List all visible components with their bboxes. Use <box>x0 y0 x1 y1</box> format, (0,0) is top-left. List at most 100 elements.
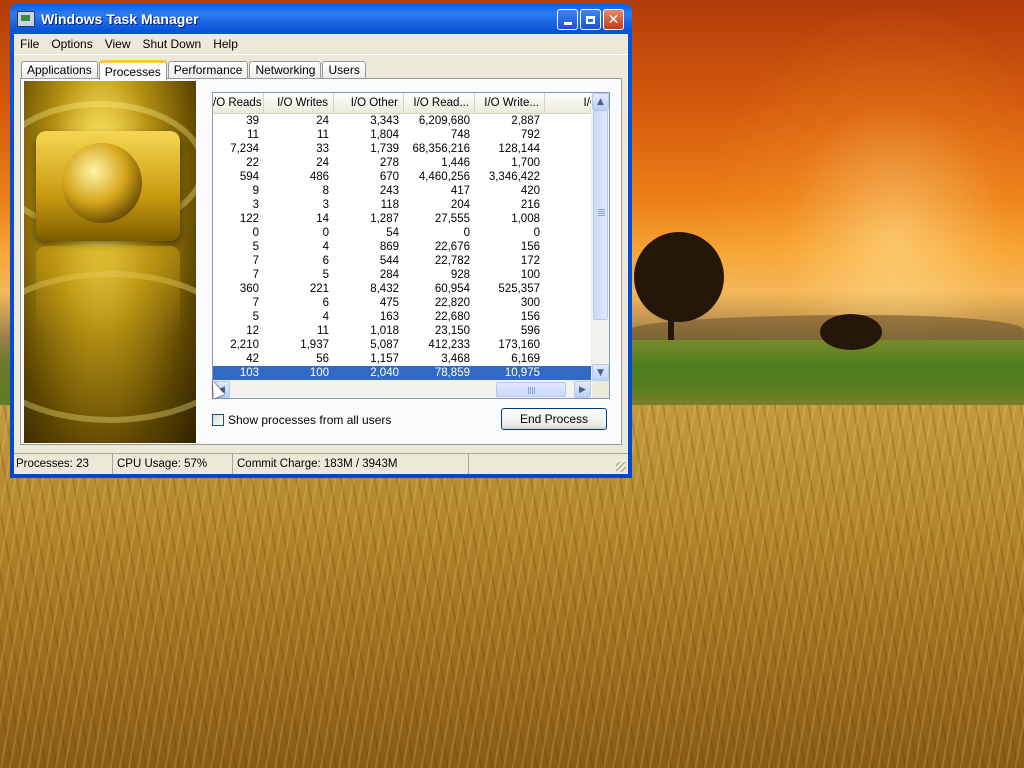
table-row[interactable]: 5 4 869 22,676 156 42, <box>213 240 591 254</box>
table-row[interactable]: 594 486 670 4,460,256 3,346,422 25, <box>213 170 591 184</box>
table-cell: 54 <box>386 227 399 239</box>
table-cell: 1,700 <box>511 157 540 169</box>
table-row[interactable]: 0 0 54 0 0 <box>213 226 591 240</box>
table-row[interactable]: 11 11 1,804 748 792 102, <box>213 128 591 142</box>
table-cell: 475 <box>379 297 399 309</box>
menu-bar: File Options View Shut Down Help <box>14 34 628 55</box>
tab-processes[interactable]: Processes <box>98 60 167 80</box>
column-header-io-write-bytes[interactable]: I/O Write... <box>475 93 545 113</box>
table-cell: 486 <box>309 171 329 183</box>
scroll-grip-icon <box>598 209 605 217</box>
tab-networking[interactable]: Networking <box>249 61 322 79</box>
menu-help[interactable]: Help <box>207 34 244 54</box>
table-cell: 1,937 <box>300 339 329 351</box>
table-cell: 544 <box>379 255 399 267</box>
table-cell: 56, <box>545 338 591 352</box>
vertical-scroll-thumb[interactable] <box>593 110 608 320</box>
process-list[interactable]: /O Reads I/O Writes I/O Other I/O Read..… <box>212 92 610 399</box>
horizontal-scroll-thumb[interactable] <box>496 382 566 397</box>
scroll-right-button[interactable]: ▶ <box>574 381 591 398</box>
column-header-io-reads[interactable]: /O Reads <box>213 93 264 113</box>
table-cell: 17, <box>545 142 591 156</box>
table-cell: 42, <box>545 240 591 254</box>
table-row[interactable]: 7,234 33 1,739 68,356,216 128,144 17, <box>213 142 591 156</box>
table-cell: 1,446 <box>441 157 470 169</box>
table-cell: 42 <box>246 353 259 365</box>
column-header-io-other[interactable]: I/O Other <box>334 93 404 113</box>
table-cell: 128,144 <box>498 143 540 155</box>
table-cell: 22,676 <box>434 241 470 253</box>
table-cell: 7 <box>252 269 259 281</box>
table-cell: 1,018 <box>370 325 399 337</box>
table-row[interactable]: 3 3 118 204 216 3, <box>213 198 591 212</box>
tab-applications[interactable]: Applications <box>21 61 98 79</box>
title-bar[interactable]: Windows Task Manager ✕ <box>14 4 628 34</box>
table-cell: 21, <box>545 212 591 226</box>
status-cpu-usage: CPU Usage: 57% <box>113 454 233 474</box>
folder-icon <box>36 131 180 241</box>
table-row[interactable]: 22 24 278 1,446 1,700 5, <box>213 156 591 170</box>
table-cell: 792 <box>520 129 540 141</box>
table-cell: 7 <box>252 297 259 309</box>
table-row[interactable]: 9 8 243 417 420 3, <box>213 184 591 198</box>
table-cell: 12, <box>545 268 591 282</box>
menu-view[interactable]: View <box>99 34 137 54</box>
window-title: Windows Task Manager <box>41 11 199 27</box>
menu-shut-down[interactable]: Shut Down <box>137 34 208 54</box>
table-row[interactable]: 360 221 8,432 60,954 525,357 141, <box>213 282 591 296</box>
table-cell: 22, <box>545 114 591 128</box>
table-row[interactable]: 7 6 475 22,820 300 13, <box>213 296 591 310</box>
table-row[interactable]: 12 11 1,018 23,150 596 65, <box>213 324 591 338</box>
resize-grip-icon[interactable] <box>616 462 626 472</box>
table-cell: 8 <box>322 185 329 197</box>
scroll-up-button[interactable]: ▲ <box>592 93 609 110</box>
scroll-down-button[interactable]: ▼ <box>592 364 609 381</box>
table-cell: 24 <box>316 115 329 127</box>
table-row[interactable]: 2,210 1,937 5,087 412,233 173,160 56, <box>213 338 591 352</box>
table-row[interactable]: 122 14 1,287 27,555 1,008 21, <box>213 212 591 226</box>
table-cell: 118 <box>380 199 399 211</box>
table-cell: 243 <box>379 185 399 197</box>
column-header-io-other-bytes[interactable]: I/O Othe <box>545 93 591 113</box>
vertical-scrollbar[interactable]: ▲ ▼ <box>591 93 609 381</box>
maximize-button[interactable] <box>580 9 601 30</box>
table-cell: 22 <box>246 157 259 169</box>
table-row[interactable]: 103 100 2,040 78,859 10,975 43, <box>213 366 591 380</box>
close-button[interactable]: ✕ <box>603 9 624 30</box>
column-header-io-read-bytes[interactable]: I/O Read... <box>404 93 475 113</box>
minimize-button[interactable] <box>557 9 578 30</box>
table-cell: 596 <box>520 325 540 337</box>
table-cell: 0 <box>322 227 329 239</box>
table-row[interactable]: 39 24 3,343 6,209,680 2,887 22, <box>213 114 591 128</box>
tab-users[interactable]: Users <box>322 61 366 79</box>
table-row[interactable]: 7 6 544 22,782 172 18, <box>213 254 591 268</box>
show-all-processes-option[interactable]: Show processes from all users <box>212 413 391 427</box>
table-cell: 60,954 <box>434 283 470 295</box>
table-row[interactable]: 5 4 163 22,680 156 3, <box>213 310 591 324</box>
table-cell: 3, <box>545 198 591 212</box>
table-cell: 78,859 <box>434 367 470 379</box>
end-process-button[interactable]: End Process <box>501 408 607 430</box>
table-cell: 670 <box>379 171 399 183</box>
column-header-row: /O Reads I/O Writes I/O Other I/O Read..… <box>213 93 591 114</box>
menu-file[interactable]: File <box>14 34 45 54</box>
table-cell: 2,887 <box>511 115 540 127</box>
task-manager-app-icon[interactable] <box>17 11 35 27</box>
icon-reflection <box>36 246 180 336</box>
table-row[interactable]: 7 5 284 928 100 12, <box>213 268 591 282</box>
table-cell: 22,782 <box>434 255 470 267</box>
show-all-processes-checkbox[interactable] <box>212 414 224 426</box>
table-cell: 4 <box>322 311 329 323</box>
decorative-theme-artwork <box>24 81 196 443</box>
menu-options[interactable]: Options <box>45 34 98 54</box>
tab-performance[interactable]: Performance <box>167 61 249 79</box>
table-cell: 412,233 <box>428 339 470 351</box>
show-all-processes-label[interactable]: Show processes from all users <box>228 413 391 427</box>
table-cell: 3,468 <box>441 353 470 365</box>
table-row[interactable]: 42 56 1,157 3,468 6,169 16, <box>213 352 591 366</box>
table-cell: 1,287 <box>370 213 399 225</box>
column-header-io-writes[interactable]: I/O Writes <box>264 93 334 113</box>
horizontal-scrollbar[interactable]: ◀ ▶ <box>213 380 591 398</box>
table-cell: 0 <box>533 227 540 239</box>
table-cell: 1,157 <box>370 353 399 365</box>
